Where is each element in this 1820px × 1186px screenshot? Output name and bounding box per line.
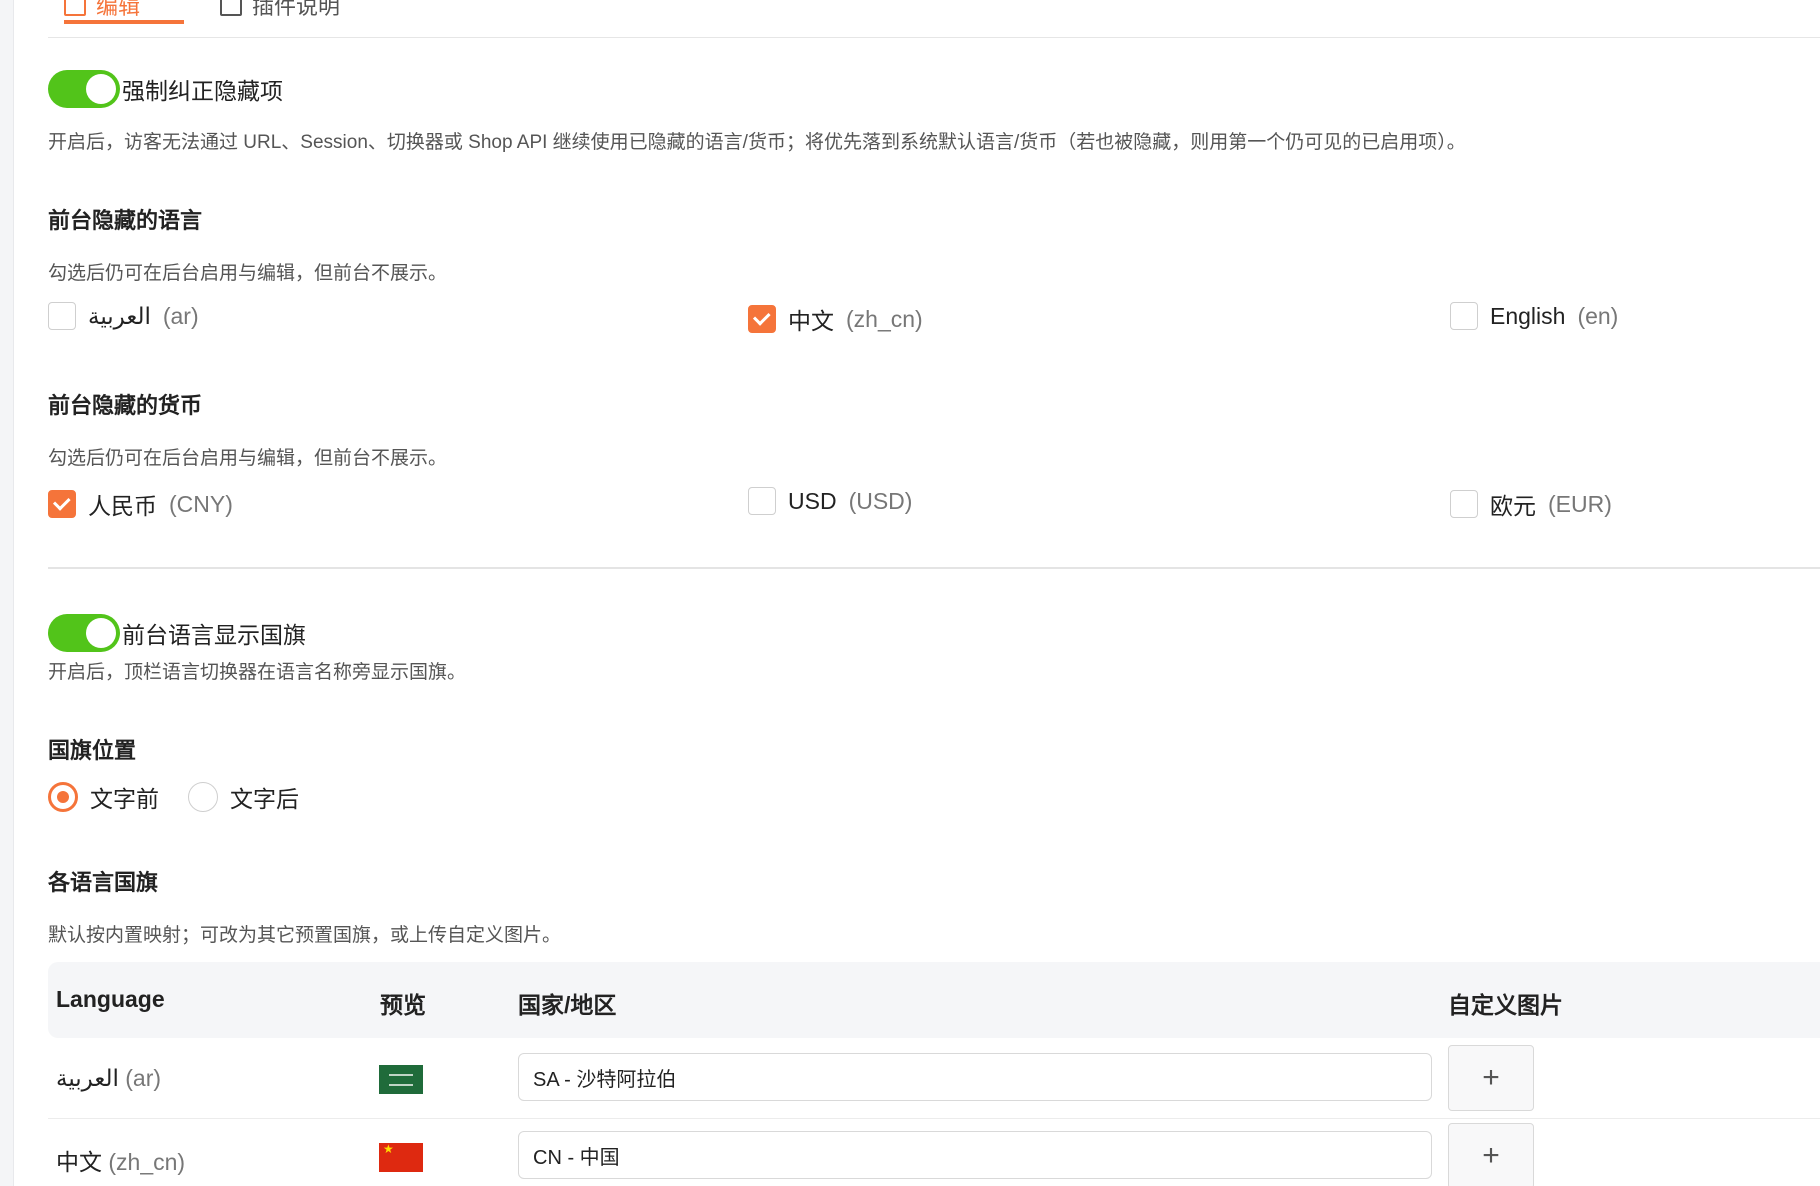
hide-language-en[interactable]: English (en) [1450, 302, 1618, 330]
option-code: (CNY) [169, 490, 233, 517]
section-divider [48, 567, 1820, 569]
saudi-arabia-flag-icon [379, 1065, 423, 1094]
country-value: SA - 沙特阿拉伯 [533, 1068, 677, 1091]
left-gutter [0, 0, 14, 1186]
hidden-currencies-title: 前台隐藏的货币 [48, 393, 203, 418]
plus-icon: + [1482, 1061, 1500, 1094]
upload-custom-image-button[interactable]: + [1448, 1123, 1534, 1186]
language-name: العربية [56, 1065, 119, 1091]
tab-bar: 编辑 插件说明 [48, 0, 1820, 38]
hide-currency-usd[interactable]: USD (USD) [748, 487, 912, 515]
hidden-currencies-hint: 勾选后仍可在后台启用与编辑，但前台不展示。 [48, 448, 448, 469]
show-flags-toggle[interactable] [48, 614, 120, 652]
tab-edit[interactable]: 编辑 [64, 0, 184, 24]
option-name: USD [788, 487, 837, 514]
force-hide-row: 强制纠正隐藏项 [48, 70, 283, 108]
flag-position-before-radio[interactable] [48, 782, 78, 812]
hide-currency-cny-checkbox[interactable] [48, 490, 76, 518]
tab-edit-label: 编辑 [96, 0, 141, 19]
radio-label: 文字后 [230, 786, 299, 812]
option-name: 欧元 [1490, 493, 1536, 519]
force-hide-toggle[interactable] [48, 70, 120, 108]
country-select[interactable]: CN - 中国 [518, 1131, 1432, 1179]
column-preview: 预览 [380, 992, 426, 1018]
active-tab-indicator [64, 20, 184, 24]
hidden-languages-hint: 勾选后仍可在后台启用与编辑，但前台不展示。 [48, 263, 448, 284]
hidden-languages-title: 前台隐藏的语言 [48, 208, 203, 233]
hide-language-zh-cn-checkbox[interactable] [748, 305, 776, 333]
plus-icon: + [1482, 1139, 1500, 1172]
option-code: (USD) [848, 487, 913, 514]
upload-custom-image-button[interactable]: + [1448, 1045, 1534, 1111]
table-row: العربية (ar) SA - 沙特阿拉伯 + [48, 1038, 1820, 1119]
option-name: 中文 [788, 308, 834, 334]
option-name: العربية [88, 302, 151, 329]
hide-language-ar[interactable]: العربية (ar) [48, 302, 199, 330]
table-header: Language 预览 国家/地区 自定义图片 [48, 962, 1820, 1038]
plugin-settings-page: 编辑 插件说明 强制纠正隐藏项 开启后，访客无法通过 URL、Session、切… [0, 0, 1820, 1186]
language-flags-table: Language 预览 国家/地区 自定义图片 العربية (ar) SA … [48, 962, 1820, 1186]
flag-position-after[interactable]: 文字后 [188, 780, 299, 814]
flag-position-title: 国旗位置 [48, 738, 137, 763]
flag-position-before[interactable]: 文字前 [48, 780, 159, 814]
column-custom-image: 自定义图片 [1448, 992, 1563, 1018]
country-value: CN - 中国 [533, 1146, 620, 1169]
force-hide-description: 开启后，访客无法通过 URL、Session、切换器或 Shop API 继续使… [48, 132, 1466, 153]
language-name: 中文 [56, 1149, 102, 1175]
option-code: (ar) [162, 302, 199, 329]
column-language: Language [56, 986, 165, 1012]
language-flags-hint: 默认按内置映射；可改为其它预置国旗，或上传自定义图片。 [48, 925, 562, 946]
hide-currency-cny[interactable]: 人民币 (CNY) [48, 487, 233, 521]
language-flags-title: 各语言国旗 [48, 870, 159, 895]
force-hide-label: 强制纠正隐藏项 [122, 78, 283, 104]
option-code: (en) [1577, 302, 1619, 329]
china-flag-icon [379, 1142, 423, 1172]
hide-language-en-checkbox[interactable] [1450, 302, 1478, 330]
hide-currency-usd-checkbox[interactable] [748, 487, 776, 515]
book-icon [220, 0, 242, 16]
option-code: (EUR) [1548, 490, 1612, 517]
option-code: (zh_cn) [846, 305, 923, 332]
edit-icon [64, 0, 86, 16]
hide-language-zh-cn[interactable]: 中文 (zh_cn) [748, 302, 923, 336]
hide-language-ar-checkbox[interactable] [48, 302, 76, 330]
show-flags-description: 开启后，顶栏语言切换器在语言名称旁显示国旗。 [48, 662, 467, 683]
row-language: العربية (ar) [56, 1065, 161, 1092]
row-language: 中文 (zh_cn) [56, 1143, 185, 1177]
hide-currency-eur[interactable]: 欧元 (EUR) [1450, 487, 1612, 521]
table-row: 中文 (zh_cn) CN - 中国 + [48, 1119, 1820, 1186]
hide-currency-eur-checkbox[interactable] [1450, 490, 1478, 518]
option-name: English [1490, 302, 1566, 329]
column-country: 国家/地区 [518, 992, 617, 1018]
show-flags-row: 前台语言显示国旗 [48, 614, 306, 652]
language-code: (ar) [125, 1065, 162, 1091]
show-flags-label: 前台语言显示国旗 [122, 622, 306, 648]
tab-plugin-docs[interactable]: 插件说明 [220, 0, 340, 24]
option-name: 人民币 [88, 493, 157, 519]
tab-plugin-docs-label: 插件说明 [252, 0, 341, 19]
flag-position-after-radio[interactable] [188, 782, 218, 812]
country-select[interactable]: SA - 沙特阿拉伯 [518, 1053, 1432, 1101]
language-code: (zh_cn) [108, 1149, 186, 1175]
radio-label: 文字前 [90, 786, 159, 812]
